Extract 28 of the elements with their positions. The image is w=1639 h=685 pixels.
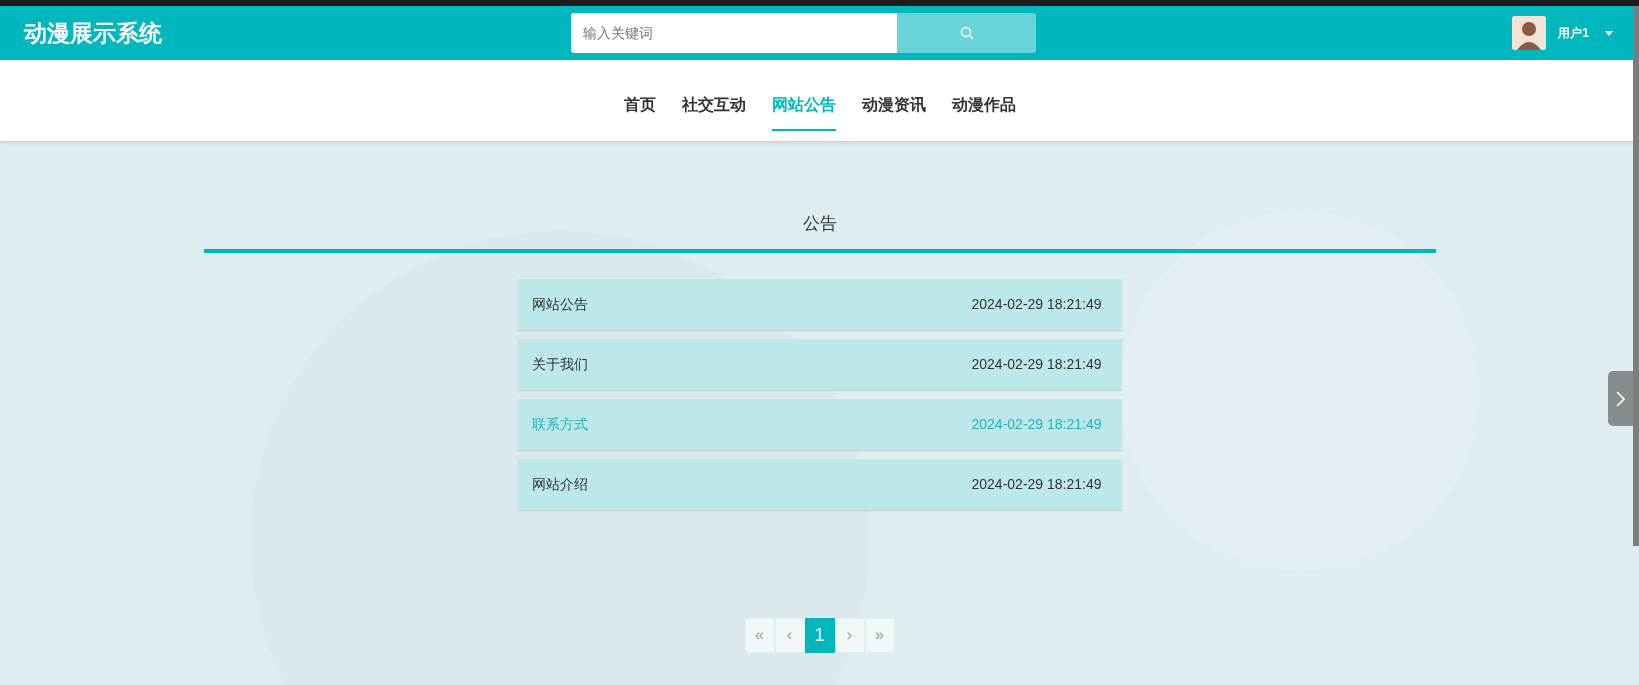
notice-row[interactable]: 网站公告 2024-02-29 18:21:49 bbox=[517, 278, 1122, 330]
notice-title: 网站介绍 bbox=[531, 474, 588, 494]
notice-row[interactable]: 网站介绍 2024-02-29 18:21:49 bbox=[517, 458, 1122, 510]
notice-time: 2024-02-29 18:21:49 bbox=[971, 354, 1102, 374]
chevron-right-icon bbox=[1616, 390, 1625, 407]
notice-title: 网站公告 bbox=[531, 294, 588, 314]
notice-row[interactable]: 联系方式 2024-02-29 18:21:49 bbox=[517, 398, 1122, 450]
page-button[interactable]: » bbox=[864, 617, 895, 653]
search-icon bbox=[959, 26, 974, 40]
notice-row[interactable]: 关于我们 2024-02-29 18:21:49 bbox=[517, 338, 1122, 390]
notice-time: 2024-02-29 18:21:49 bbox=[971, 294, 1102, 314]
notice-time: 2024-02-29 18:21:49 bbox=[971, 474, 1102, 494]
section-title: 公告 bbox=[802, 214, 837, 233]
nav-tab[interactable]: 动漫作品 bbox=[951, 93, 1016, 131]
nav-tab[interactable]: 动漫资讯 bbox=[861, 93, 926, 131]
caret-icon[interactable] bbox=[1605, 30, 1613, 36]
nav-tab[interactable]: 网站公告 bbox=[771, 93, 836, 131]
avatar-icon[interactable] bbox=[1512, 16, 1547, 50]
side-panel-toggle[interactable] bbox=[1608, 371, 1633, 426]
user-name[interactable]: 用户1 bbox=[1558, 24, 1589, 42]
search-field[interactable]: 输入关键词 bbox=[571, 13, 897, 53]
nav-tab[interactable]: 社交互动 bbox=[681, 93, 746, 131]
notice-title: 联系方式 bbox=[531, 414, 588, 434]
site-logo[interactable]: 动漫展示系统 bbox=[24, 15, 571, 51]
nav-tab[interactable]: 首页 bbox=[623, 93, 656, 131]
notice-time: 2024-02-29 18:21:49 bbox=[971, 414, 1102, 434]
notice-title: 关于我们 bbox=[531, 354, 588, 374]
scrollbar[interactable] bbox=[1633, 6, 1639, 546]
